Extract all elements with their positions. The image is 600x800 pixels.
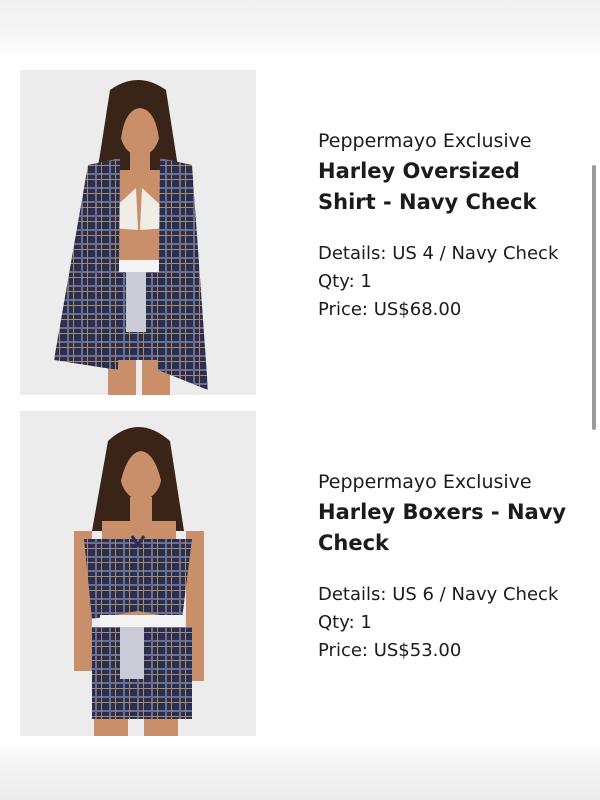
product-details: Details: US 6 / Navy Check <box>318 584 559 605</box>
product-image[interactable] <box>20 411 256 736</box>
product-info: Peppermayo Exclusive Harley Oversized Sh… <box>318 128 578 324</box>
product-name[interactable]: Harley Oversized Shirt - Navy Check <box>318 156 578 218</box>
product-image[interactable] <box>20 70 256 395</box>
product-info: Peppermayo Exclusive Harley Boxers - Nav… <box>318 469 578 665</box>
top-fade <box>0 0 600 60</box>
scrollbar[interactable] <box>592 165 596 430</box>
product-brand: Peppermayo Exclusive <box>318 471 532 493</box>
product-price: Price: US$53.00 <box>318 640 462 661</box>
product-qty: Qty: 1 <box>318 271 372 292</box>
product-details: Details: US 4 / Navy Check <box>318 243 559 264</box>
product-price: Price: US$68.00 <box>318 299 462 320</box>
product-name[interactable]: Harley Boxers - Navy Check <box>318 497 578 559</box>
product-meta: Details: US 6 / Navy Check Qty: 1 Price:… <box>318 581 578 665</box>
product-meta: Details: US 4 / Navy Check Qty: 1 Price:… <box>318 240 578 324</box>
bottom-fade <box>0 742 600 800</box>
cart-item-list: Peppermayo Exclusive Harley Oversized Sh… <box>0 0 600 800</box>
product-qty: Qty: 1 <box>318 612 372 633</box>
product-brand: Peppermayo Exclusive <box>318 130 532 152</box>
